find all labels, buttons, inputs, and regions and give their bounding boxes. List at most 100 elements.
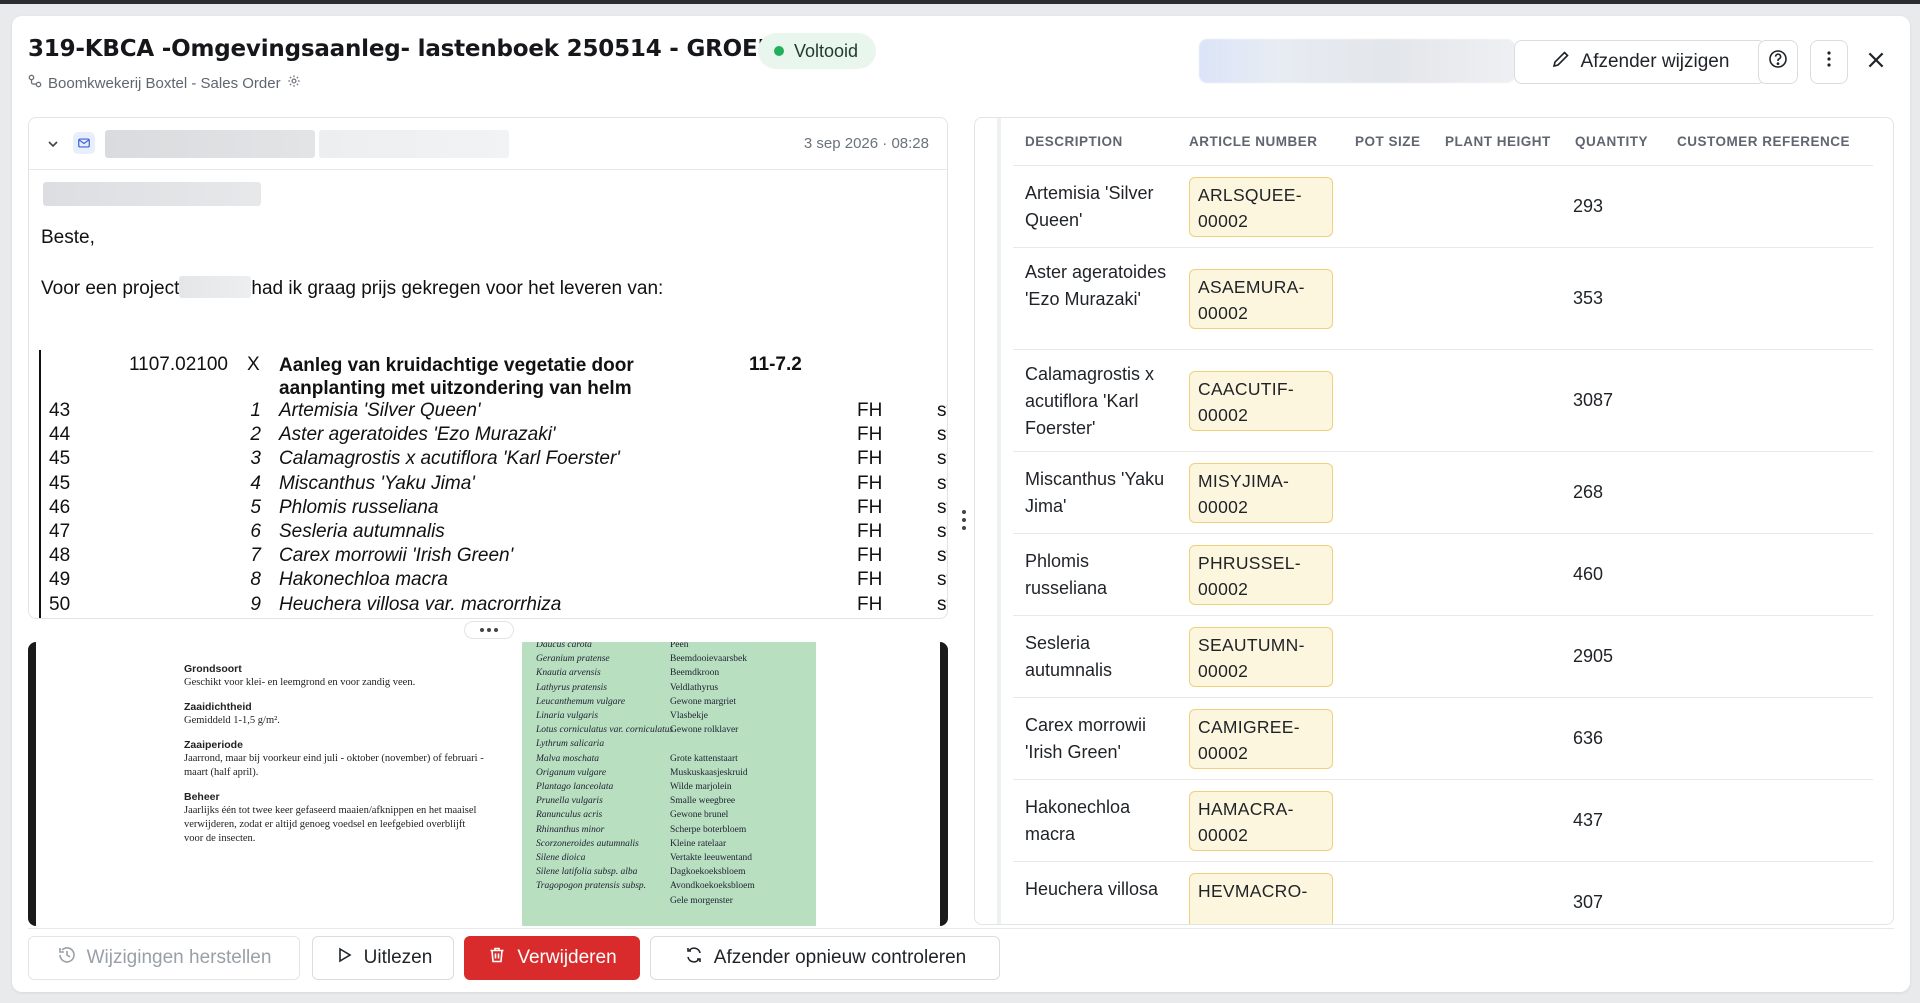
cell-quantity[interactable]: 268	[1573, 482, 1603, 503]
cell-quantity[interactable]: 2905	[1573, 646, 1613, 667]
email-header[interactable]: 3 sep 2026 · 08:28	[29, 118, 947, 170]
col-quantity[interactable]: QUANTITY	[1575, 134, 1648, 149]
doc-paragraph: Jaarrond, maar bij voorkeur eind juli - …	[184, 753, 484, 778]
table-row[interactable]: Miscanthus 'Yaku Jima' MISYJIMA-00002 268	[1013, 452, 1873, 534]
table-row[interactable]: Calamagrostis x acutiflora 'Karl Foerste…	[1013, 350, 1873, 452]
species-dutch: Vlasbekje	[670, 711, 708, 722]
cell-description[interactable]: Miscanthus 'Yaku Jima'	[1025, 466, 1175, 520]
spec-row: 46 5 Phlomis russeliana FH st	[41, 497, 947, 521]
history-icon	[57, 945, 77, 971]
restore-changes-label: Wijzigingen herstellen	[86, 947, 272, 968]
edit-sender-button[interactable]: Afzender wijzigen	[1514, 40, 1766, 84]
link-icon	[28, 74, 42, 92]
cell-article-number[interactable]: SEAUTUMN-00002	[1189, 627, 1333, 687]
status-badge: Voltooid	[758, 33, 877, 69]
sender-name: Boomkwekerij Boxtel - Sales Order	[48, 74, 281, 92]
species-latin: Lathyrus pratensis	[536, 682, 607, 693]
redacted-project	[179, 276, 252, 298]
col-customer-reference[interactable]: CUSTOMER REFERENCE	[1677, 134, 1850, 149]
cell-article-number[interactable]: MISYJIMA-00002	[1189, 463, 1333, 523]
col-pot-size[interactable]: POT SIZE	[1355, 134, 1421, 149]
cell-description[interactable]: Aster ageratoides 'Ezo Murazaki'	[1025, 259, 1175, 313]
close-button[interactable]	[1860, 46, 1892, 78]
help-button[interactable]	[1758, 40, 1798, 84]
spec-row-unit: FH	[857, 448, 883, 470]
spec-x: X	[247, 354, 260, 375]
spec-row-name: Miscanthus 'Yaku Jima'	[279, 472, 475, 494]
col-plant-height[interactable]: PLANT HEIGHT	[1445, 134, 1551, 149]
explain-button[interactable]: Uitlezen	[312, 936, 454, 980]
species-dutch: Beemdooievaarsbek	[670, 654, 748, 665]
spec-ref: 11-7.2	[749, 354, 802, 375]
spec-row-name: Hakonechloa macra	[279, 569, 448, 591]
cell-description[interactable]: Hakonechloa macra	[1025, 794, 1175, 848]
spec-row-number: 45	[49, 472, 71, 494]
vertical-resize-handle[interactable]	[464, 621, 514, 639]
species-dutch: Wilde marjolein	[670, 782, 732, 793]
species-dutch: Avondkoekoeksbloem	[670, 881, 755, 892]
redacted-sender-field	[1199, 39, 1515, 83]
document-preview[interactable]: Grondsoort Geschikt voor klei- en leemgro…	[28, 642, 948, 926]
cell-quantity[interactable]: 636	[1573, 728, 1603, 749]
cell-quantity[interactable]: 437	[1573, 810, 1603, 831]
doc-heading: Zaaiperiode	[184, 739, 243, 751]
cell-description[interactable]: Carex morrowii 'Irish Green'	[1025, 712, 1175, 766]
spec-row-unit: FH	[857, 521, 883, 542]
email-date: 3 sep 2026 · 08:28	[803, 135, 929, 152]
redacted-line	[43, 182, 261, 206]
spec-row-unit: FH	[857, 496, 883, 518]
table-row[interactable]: Carex morrowii 'Irish Green' CAMIGREE-000…	[1013, 698, 1873, 780]
cell-article-number[interactable]: HAMACRA-00002	[1189, 791, 1333, 851]
cell-article-number[interactable]: PHRUSSEL-00002	[1189, 545, 1333, 605]
cell-article-number[interactable]: CAMIGREE-00002	[1189, 709, 1333, 769]
spec-row-name: Carex morrowii 'Irish Green'	[279, 545, 514, 567]
cell-quantity[interactable]: 353	[1573, 288, 1603, 309]
table-row[interactable]: Aster ageratoides 'Ezo Murazaki' ASAEMURA…	[1013, 248, 1873, 350]
cell-article-number[interactable]: ARLSQUEE-00002	[1189, 177, 1333, 237]
settings-gear-icon[interactable]	[287, 74, 301, 92]
spec-row-index: 5	[250, 496, 261, 518]
cell-article-number[interactable]: CAACUTIF-00002	[1189, 371, 1333, 431]
cell-description[interactable]: Sesleria autumnalis	[1025, 630, 1175, 684]
restore-changes-button[interactable]: Wijzigingen herstellen	[28, 936, 300, 980]
cell-description[interactable]: Phlomis russeliana	[1025, 548, 1175, 602]
cell-quantity[interactable]: 3087	[1573, 390, 1613, 411]
horizontal-resize-handle[interactable]	[956, 500, 972, 540]
spec-row-name: Phlomis russeliana	[279, 496, 439, 518]
cell-article-number[interactable]: HEVMACRO-	[1189, 873, 1333, 924]
cell-quantity[interactable]: 460	[1573, 564, 1603, 585]
table-row[interactable]: Artemisia 'Silver Queen' ARLSQUEE-00002 29…	[1013, 166, 1873, 248]
recheck-sender-button[interactable]: Afzender opnieuw controleren	[650, 936, 1000, 980]
table-row[interactable]: Sesleria autumnalis SEAUTUMN-00002 2905	[1013, 616, 1873, 698]
col-description[interactable]: DESCRIPTION	[1025, 134, 1123, 149]
chevron-down-icon[interactable]	[45, 136, 61, 152]
cell-description[interactable]: Calamagrostis x acutiflora 'Karl Foerste…	[1025, 361, 1175, 442]
doc-heading: Zaaidichtheid	[184, 701, 252, 713]
spec-row: 50 9 Heuchera villosa var. macrorrhiza FH st	[41, 594, 947, 618]
redacted-email	[319, 130, 509, 158]
spec-row-index: 4	[250, 472, 261, 494]
email-greeting: Beste,	[41, 227, 95, 248]
cell-description[interactable]: Artemisia 'Silver Queen'	[1025, 180, 1175, 234]
table-row[interactable]: Phlomis russeliana PHRUSSEL-00002 460	[1013, 534, 1873, 616]
doc-paragraph: Geschikt voor klei- en leemgrond en voor…	[184, 677, 416, 688]
email-intro: Voor een project had ik graag prijs gekre…	[41, 276, 663, 300]
cell-description[interactable]: Heuchera villosa	[1025, 876, 1175, 903]
species-latin: Ranunculus acris	[536, 810, 603, 821]
trash-icon	[487, 945, 507, 971]
doc-heading: Beheer	[184, 791, 220, 803]
intro-after: had ik graag prijs gekregen voor het lev…	[251, 278, 664, 299]
spec-row-number: 46	[49, 496, 71, 518]
table-row[interactable]: Heuchera villosa HEVMACRO- 307	[1013, 862, 1873, 924]
delete-button[interactable]: Verwijderen	[464, 936, 640, 980]
cell-quantity[interactable]: 307	[1573, 892, 1603, 913]
table-row[interactable]: Hakonechloa macra HAMACRA-00002 437	[1013, 780, 1873, 862]
status-dot-icon	[774, 46, 784, 56]
cell-quantity[interactable]: 293	[1573, 196, 1603, 217]
spec-row-number: 45	[49, 448, 71, 470]
species-dutch: Gewone brunel	[670, 810, 729, 821]
col-article-number[interactable]: ARTICLE NUMBER	[1189, 134, 1318, 149]
cell-article-number[interactable]: ASAEMURA-00002	[1189, 269, 1333, 329]
spec-row: 44 2 Aster ageratoides 'Ezo Murazaki' FH st	[41, 424, 947, 448]
more-options-button[interactable]	[1810, 40, 1848, 84]
